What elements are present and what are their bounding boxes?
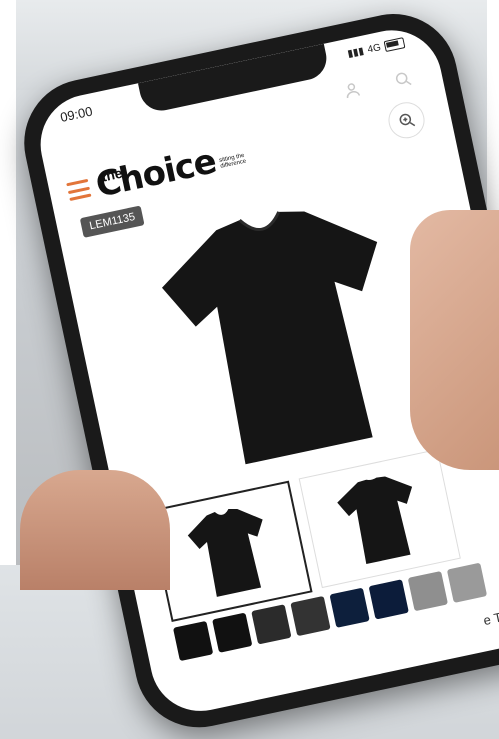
color-swatch[interactable] <box>407 570 449 612</box>
color-swatch[interactable] <box>290 595 331 637</box>
product-name: e T-shirt <box>481 603 499 629</box>
network-label: 4G <box>366 42 382 56</box>
thumbnail-back[interactable] <box>298 448 461 589</box>
color-swatch[interactable] <box>212 612 253 653</box>
color-swatch[interactable] <box>251 604 292 645</box>
left-border <box>0 0 16 565</box>
status-indicators: ▮▮▮ 4G <box>347 37 406 60</box>
menu-icon[interactable] <box>66 178 92 201</box>
color-swatch[interactable] <box>329 587 370 628</box>
thumb-finger <box>410 210 499 470</box>
header: the Choice sitting the difference <box>64 93 437 213</box>
color-swatch[interactable] <box>172 620 214 662</box>
logo-tagline: sitting the difference <box>218 152 247 171</box>
product-code-badge: LEM1135 <box>79 205 145 238</box>
status-time: 09:00 <box>58 103 94 125</box>
user-icon[interactable] <box>339 77 365 103</box>
logo-the: the <box>99 164 124 185</box>
brand-logo[interactable]: the Choice sitting the difference <box>92 137 252 205</box>
hand-bottom <box>20 470 170 590</box>
search-icon[interactable] <box>390 66 416 92</box>
signal-icon: ▮▮▮ <box>346 45 366 60</box>
product-main-image[interactable] <box>146 187 423 479</box>
color-swatch[interactable] <box>446 562 488 603</box>
battery-icon <box>383 37 406 53</box>
color-swatch[interactable] <box>368 579 409 620</box>
thumbnail-front[interactable] <box>148 480 313 623</box>
